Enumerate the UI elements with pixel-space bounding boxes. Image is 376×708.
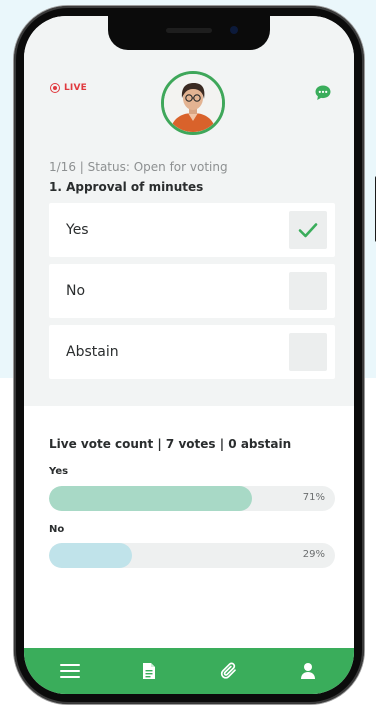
option-checkbox[interactable]: [289, 272, 327, 310]
vote-option-no[interactable]: No: [49, 264, 335, 318]
document-icon: [143, 663, 156, 679]
result-bar-fill: [49, 543, 132, 568]
live-indicator: LIVE: [50, 83, 87, 93]
result-label-no: No: [49, 524, 65, 535]
option-checkbox[interactable]: [289, 211, 327, 249]
live-label: LIVE: [64, 83, 87, 93]
user-icon: [301, 663, 316, 679]
result-label-yes: Yes: [49, 466, 69, 477]
nav-menu[interactable]: [50, 656, 90, 686]
chat-icon[interactable]: [314, 84, 332, 106]
checkmark-icon: [298, 223, 318, 238]
result-bar-yes: 71%: [49, 486, 335, 511]
result-percent: 71%: [302, 492, 325, 503]
bottom-nav: [24, 648, 354, 694]
vote-option-yes[interactable]: Yes: [49, 203, 335, 257]
result-bar-no: 29%: [49, 543, 335, 568]
notch: [108, 16, 270, 50]
speaker: [166, 28, 212, 33]
option-checkbox[interactable]: [289, 333, 327, 371]
vote-option-abstain[interactable]: Abstain: [49, 325, 335, 379]
menu-icon: [59, 664, 80, 678]
speaker-portrait-icon: [164, 74, 222, 132]
front-camera: [230, 26, 238, 34]
phone-screen: LIVE 1/16 | Status: Open for voting 1. A…: [24, 16, 354, 694]
live-dot-icon: [50, 83, 60, 93]
option-label: Abstain: [66, 344, 119, 360]
poll-status: 1/16 | Status: Open for voting: [49, 160, 228, 174]
result-bar-fill: [49, 486, 253, 511]
nav-documents[interactable]: [129, 656, 169, 686]
avatar[interactable]: [161, 71, 225, 135]
nav-profile[interactable]: [288, 656, 328, 686]
poll-question: 1. Approval of minutes: [49, 180, 204, 194]
option-label: No: [66, 283, 86, 299]
result-percent: 29%: [302, 549, 325, 560]
option-label: Yes: [66, 222, 89, 238]
paperclip-icon: [220, 662, 236, 679]
nav-attachments[interactable]: [209, 656, 249, 686]
live-vote-count-title: Live vote count | 7 votes | 0 abstain: [49, 437, 292, 451]
